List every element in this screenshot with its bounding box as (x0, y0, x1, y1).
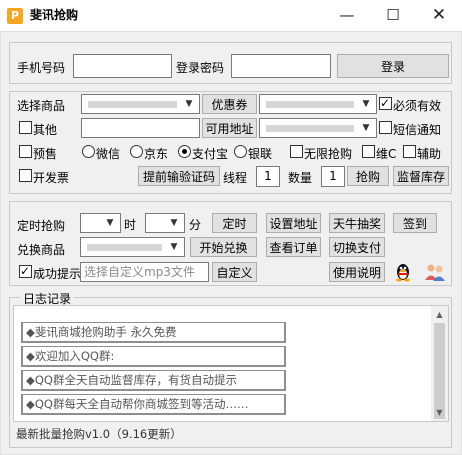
window-title: 斐讯抢购 (30, 8, 79, 22)
sms-checkbox[interactable] (379, 121, 392, 134)
minute-label: 分 (189, 218, 202, 232)
pay-wechat-radio[interactable] (82, 145, 95, 158)
app-icon: P (7, 8, 23, 24)
log-area[interactable]: ◆斐讯商城抢购助手 永久免费 ◆欢迎加入QQ群: ◆QQ群全天自动监督库存，有货… (13, 305, 449, 422)
close-button[interactable]: ✕ (416, 0, 462, 31)
log-scrollbar[interactable]: ▲ ▼ (431, 306, 448, 421)
presale-checkbox[interactable] (19, 145, 32, 158)
timed-label: 定时抢购 (17, 219, 66, 233)
exchange-label: 兑换商品 (17, 243, 66, 257)
pay-jd-label: 京东 (144, 147, 169, 161)
set-address-button[interactable]: 设置地址 (266, 213, 321, 233)
log-line: ◆QQ群每天全自动帮你商城签到等活动…… (21, 394, 286, 415)
coupon-select[interactable]: ▼ (259, 94, 377, 114)
chevron-down-icon: ▼ (362, 99, 370, 109)
timer-button[interactable]: 定时 (212, 213, 257, 233)
log-line: ◆斐讯商城抢购助手 永久免费 (21, 322, 286, 343)
thread-input[interactable]: 1 (256, 166, 280, 187)
group-users-icon[interactable] (424, 262, 446, 282)
captcha-button[interactable]: 提前输验证码 (138, 166, 220, 186)
sms-label: 短信通知 (393, 123, 442, 137)
custom-button[interactable]: 自定义 (212, 262, 257, 282)
exchange-select[interactable]: ▼ (80, 237, 185, 257)
quantity-input[interactable]: 1 (321, 166, 345, 187)
qq-penguin-icon[interactable] (393, 262, 413, 282)
chevron-down-icon: ▼ (362, 123, 370, 133)
pay-unionpay-radio[interactable] (234, 145, 247, 158)
success-prompt-checkbox[interactable] (19, 263, 32, 279)
other-input[interactable] (81, 118, 200, 138)
grab-button[interactable]: 抢购 (347, 166, 389, 186)
unlimited-label: 无限抢购 (304, 147, 353, 161)
invoice-label: 开发票 (33, 171, 70, 185)
address-button[interactable]: 可用地址 (202, 118, 257, 138)
password-input[interactable] (231, 54, 331, 78)
select-product-label: 选择商品 (17, 99, 66, 113)
signin-button[interactable]: 签到 (393, 213, 437, 233)
success-prompt-label: 成功提示 (33, 267, 82, 281)
chevron-down-icon: ▼ (170, 242, 178, 252)
version-text: 最新批量抢购v1.0（9.16更新） (16, 427, 182, 441)
title-bar: P 斐讯抢购 — ☐ ✕ (0, 0, 462, 31)
pay-jd-radio[interactable] (130, 145, 143, 158)
lottery-button[interactable]: 天牛抽奖 (329, 213, 385, 233)
monitor-stock-button[interactable]: 监督库存 (393, 166, 449, 186)
presale-label: 预售 (33, 147, 58, 161)
hour-label: 时 (124, 218, 137, 232)
minimize-button[interactable]: — (324, 0, 370, 31)
view-orders-button[interactable]: 查看订单 (266, 237, 321, 257)
unlimited-checkbox[interactable] (290, 145, 303, 158)
address-select[interactable]: ▼ (259, 118, 377, 138)
password-label: 登录密码 (176, 61, 225, 75)
quantity-label: 数量 (288, 171, 313, 185)
manual-button[interactable]: 使用说明 (329, 262, 385, 282)
scroll-up-icon[interactable]: ▲ (431, 306, 448, 323)
other-checkbox[interactable] (19, 121, 32, 134)
pay-alipay-label: 支付宝 (192, 147, 229, 161)
chevron-down-icon: ▼ (106, 218, 114, 228)
pay-alipay-radio[interactable] (178, 145, 191, 158)
start-exchange-button[interactable]: 开始兑换 (190, 237, 257, 257)
chevron-down-icon: ▼ (185, 99, 193, 109)
phone-label: 手机号码 (17, 61, 66, 75)
scroll-down-icon[interactable]: ▼ (431, 404, 448, 421)
maximize-button[interactable]: ☐ (370, 0, 416, 31)
product-select[interactable]: ▼ (81, 94, 200, 114)
log-line: ◆欢迎加入QQ群: (21, 346, 286, 367)
switch-pay-button[interactable]: 切换支付 (329, 237, 385, 257)
hour-select[interactable]: ▼ (80, 213, 121, 233)
thread-label: 线程 (223, 171, 248, 185)
invoice-checkbox[interactable] (19, 169, 32, 182)
coupon-button[interactable]: 优惠券 (202, 94, 257, 114)
minute-select[interactable]: ▼ (145, 213, 185, 233)
other-label: 其他 (33, 123, 58, 137)
login-button[interactable]: 登录 (337, 54, 449, 78)
weic-label: 维C (376, 147, 397, 161)
chevron-down-icon: ▼ (170, 218, 178, 228)
log-line: ◆QQ群全天自动监督库存，有货自动提示 (21, 370, 286, 391)
must-valid-label: 必须有效 (393, 99, 442, 113)
must-valid-checkbox[interactable] (379, 95, 392, 111)
phone-input[interactable] (73, 54, 172, 78)
pay-unionpay-label: 银联 (248, 147, 273, 161)
mp3-input[interactable]: 选择自定义mp3文件 (80, 262, 209, 282)
assist-checkbox[interactable] (403, 145, 416, 158)
weic-checkbox[interactable] (362, 145, 375, 158)
pay-wechat-label: 微信 (96, 147, 121, 161)
assist-label: 辅助 (417, 147, 442, 161)
